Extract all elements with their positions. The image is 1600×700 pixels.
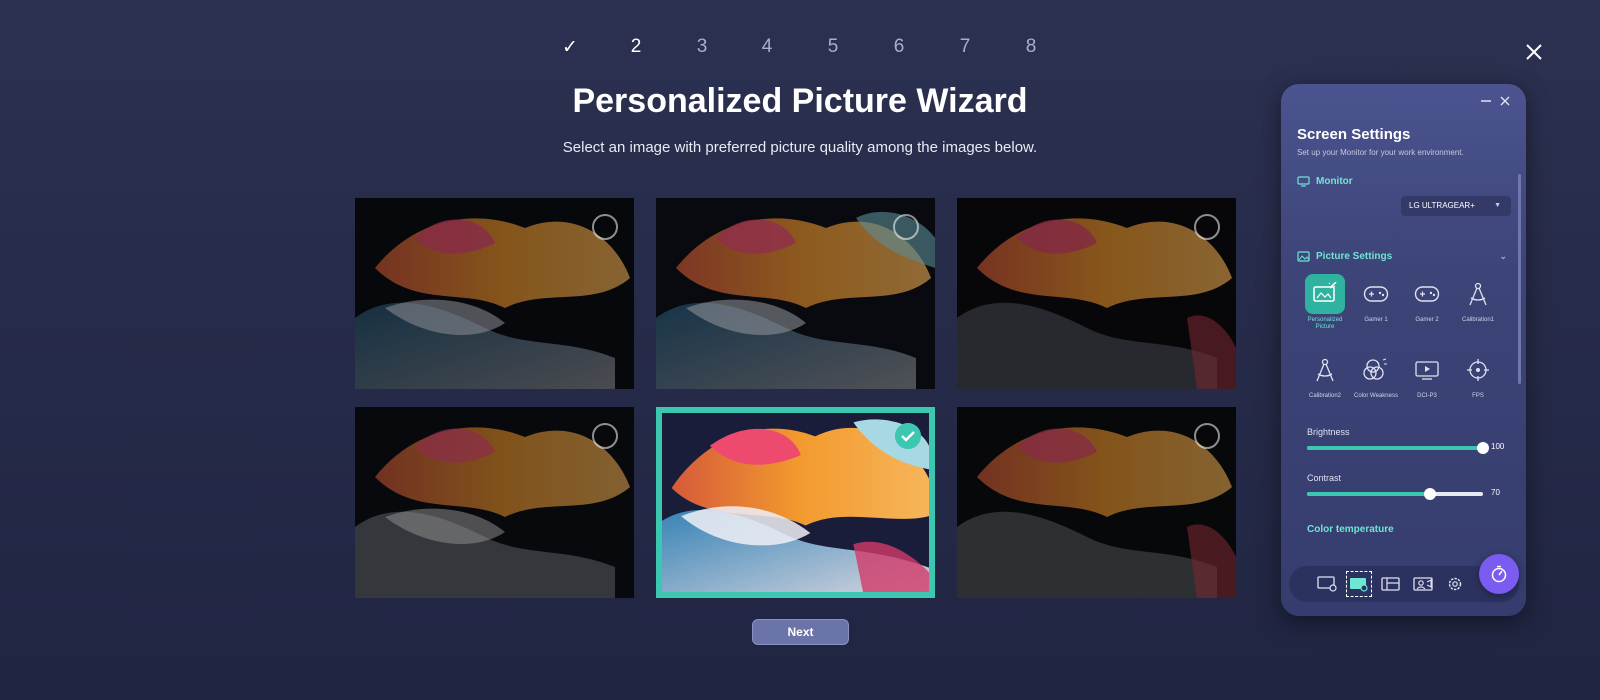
picture-icon xyxy=(1297,251,1310,262)
contrast-fill xyxy=(1307,492,1431,496)
chevron-down-icon: ▼ xyxy=(1494,202,1501,209)
stopwatch-icon xyxy=(1491,565,1507,583)
image-option-2[interactable] xyxy=(656,198,935,389)
timer-button[interactable] xyxy=(1479,554,1519,594)
personalized-picture-icon xyxy=(1313,282,1337,302)
display-settings-icon[interactable] xyxy=(1315,572,1339,596)
contrast-slider[interactable] xyxy=(1307,488,1483,500)
monitor-label: Monitor xyxy=(1316,176,1353,187)
compass-icon xyxy=(1316,358,1334,382)
brightness-label: Brightness xyxy=(1307,427,1350,437)
mode-fps[interactable]: FPS xyxy=(1453,350,1503,400)
mode-dci-p3[interactable]: DCI-P3 xyxy=(1402,350,1452,400)
close-icon[interactable] xyxy=(1498,94,1512,108)
compass-icon xyxy=(1469,282,1487,306)
mode-label: FPS xyxy=(1472,393,1484,399)
picture-settings-header[interactable]: Picture Settings ⌄ xyxy=(1297,251,1507,262)
color-weakness-icon xyxy=(1363,358,1387,380)
monitor-select-value: LG ULTRAGEAR+ xyxy=(1409,201,1475,210)
brightness-fill xyxy=(1307,446,1483,450)
step-4: 4 xyxy=(761,36,773,57)
close-icon[interactable] xyxy=(1522,40,1546,64)
mode-color-weakness[interactable]: Color Weakness xyxy=(1351,350,1401,400)
mode-calibration-1[interactable]: Calibration1 xyxy=(1453,274,1503,324)
step-3: 3 xyxy=(696,36,708,57)
panel-scrollbar[interactable] xyxy=(1518,174,1521,384)
mode-calibration-2[interactable]: Calibration2 xyxy=(1300,350,1350,400)
select-radio[interactable] xyxy=(592,214,618,240)
picture-settings-label: Picture Settings xyxy=(1316,251,1393,262)
image-option-5-selected[interactable] xyxy=(656,407,935,598)
mode-label: DCI-P3 xyxy=(1417,393,1437,399)
mode-gamer-2[interactable]: Gamer 2 xyxy=(1402,274,1452,324)
layout-icon[interactable] xyxy=(1379,572,1403,596)
mode-personalized-picture[interactable]: Personalized Picture xyxy=(1300,274,1350,331)
panel-subtitle: Set up your Monitor for your work enviro… xyxy=(1297,148,1464,157)
mode-label: Calibration1 xyxy=(1461,317,1495,323)
next-button[interactable]: Next xyxy=(752,619,849,645)
minimize-icon[interactable] xyxy=(1479,94,1493,108)
picture-mode-icon[interactable] xyxy=(1346,571,1372,597)
image-option-1[interactable] xyxy=(355,198,634,389)
gamepad-icon xyxy=(1363,286,1389,302)
step-5: 5 xyxy=(827,36,839,57)
dci-icon xyxy=(1415,361,1439,380)
image-option-4[interactable] xyxy=(355,407,634,598)
contrast-slider-thumb[interactable] xyxy=(1424,488,1437,500)
color-temperature-link[interactable]: Color temperature xyxy=(1307,524,1394,535)
webcam-icon[interactable] xyxy=(1411,572,1435,596)
monitor-select[interactable]: LG ULTRAGEAR+ ▼ xyxy=(1401,196,1511,216)
contrast-value: 70 xyxy=(1491,488,1500,497)
brightness-value: 100 xyxy=(1491,442,1505,451)
mode-label: Gamer 1 xyxy=(1364,317,1388,323)
step-6: 6 xyxy=(893,36,905,57)
mode-label: Calibration2 xyxy=(1308,393,1342,399)
wizard-stepper: ✓ 2 3 4 5 6 7 8 xyxy=(0,36,1600,64)
image-option-6[interactable] xyxy=(957,407,1236,598)
mode-label: Personalized Picture xyxy=(1307,317,1343,330)
chevron-down-icon: ⌄ xyxy=(1499,251,1507,261)
select-radio[interactable] xyxy=(1194,423,1220,449)
step-8: 8 xyxy=(1025,36,1037,57)
step-1-complete: ✓ xyxy=(562,37,578,58)
step-7: 7 xyxy=(959,36,971,57)
crosshair-icon xyxy=(1467,359,1489,381)
gear-icon[interactable] xyxy=(1443,572,1467,596)
contrast-label: Contrast xyxy=(1307,473,1342,483)
checkmark-icon[interactable] xyxy=(895,423,921,449)
monitor-section-header: Monitor xyxy=(1297,176,1353,187)
panel-title: Screen Settings xyxy=(1297,126,1411,143)
brightness-slider[interactable] xyxy=(1307,442,1489,454)
abstract-art-image xyxy=(662,413,929,592)
select-radio[interactable] xyxy=(893,214,919,240)
monitor-icon xyxy=(1297,176,1310,187)
step-2: 2 xyxy=(630,36,642,57)
gamepad-icon xyxy=(1414,286,1440,302)
select-radio[interactable] xyxy=(1194,214,1220,240)
image-option-3[interactable] xyxy=(957,198,1236,389)
mode-label: Color Weakness xyxy=(1354,393,1398,399)
mode-gamer-1[interactable]: Gamer 1 xyxy=(1351,274,1401,324)
select-radio[interactable] xyxy=(592,423,618,449)
mode-label: Gamer 2 xyxy=(1415,317,1439,323)
screen-settings-panel: Screen Settings Set up your Monitor for … xyxy=(1281,84,1526,616)
brightness-slider-thumb[interactable] xyxy=(1477,442,1489,454)
